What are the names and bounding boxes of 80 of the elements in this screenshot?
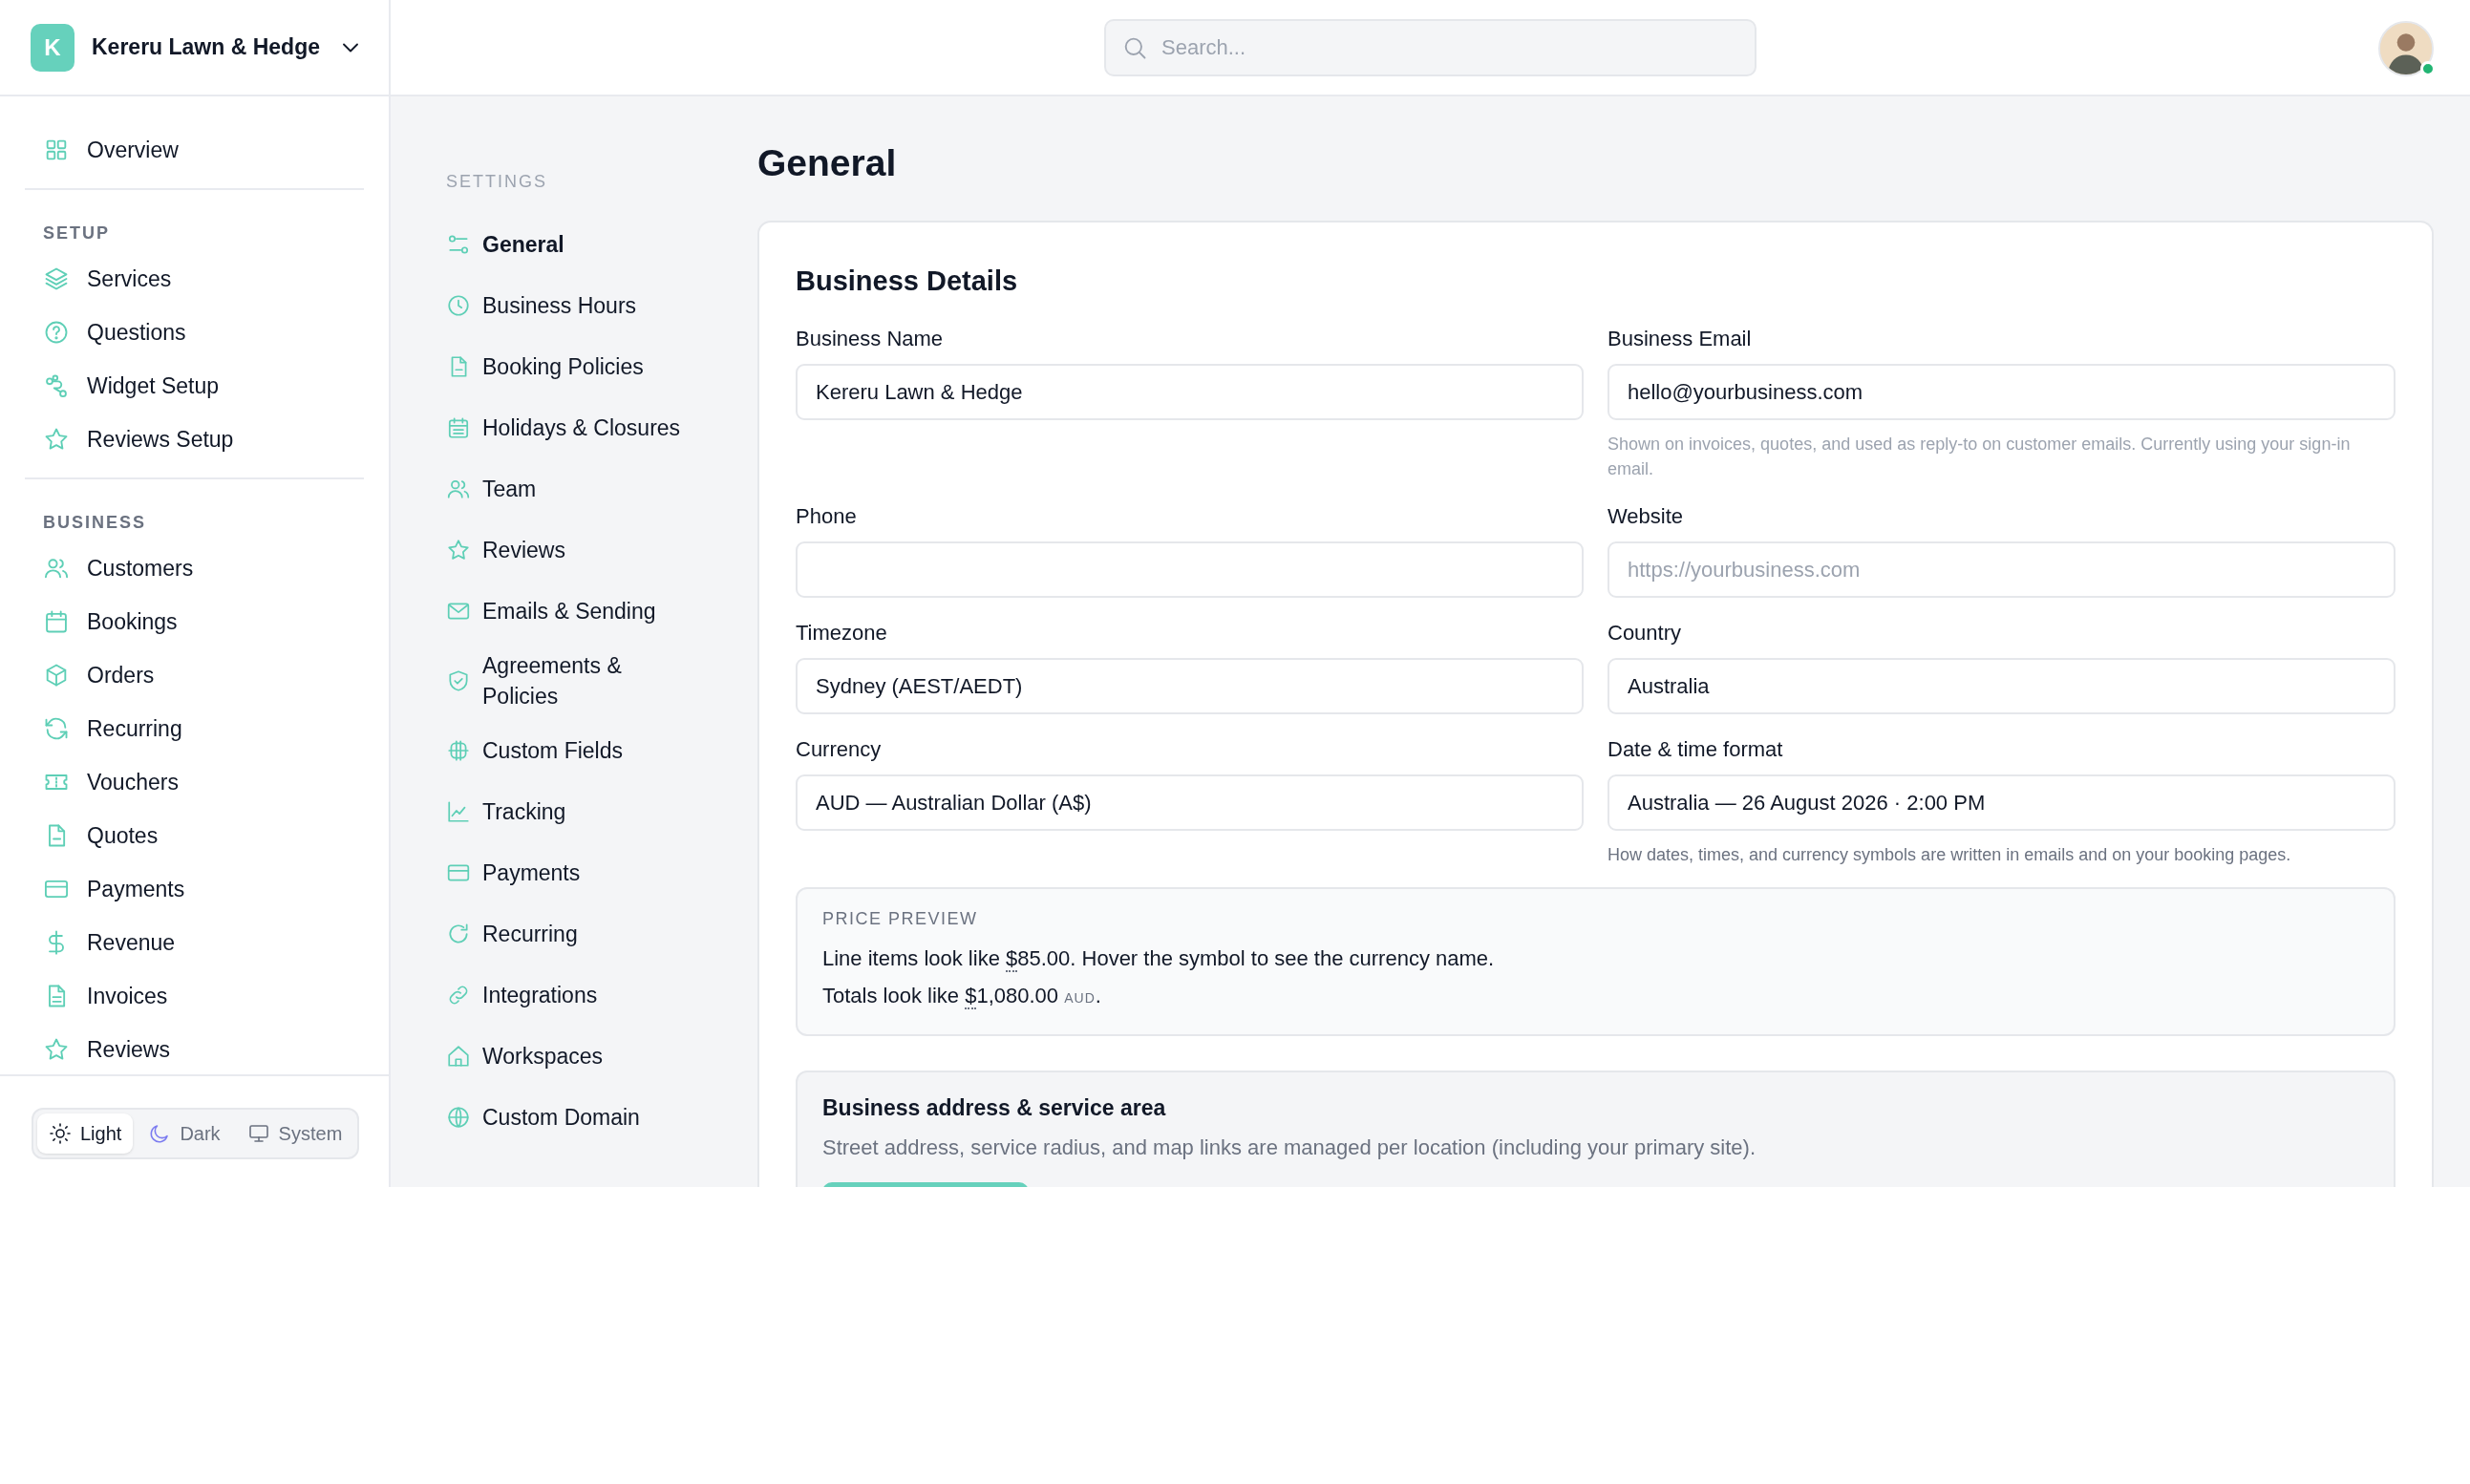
sidebar-item[interactable]: Vouchers — [25, 755, 364, 809]
sidebar-item[interactable]: Overview — [25, 123, 364, 177]
settings-nav-item[interactable]: Agreements & Policies — [446, 642, 757, 721]
sidebar-item[interactable]: Reviews Setup — [25, 413, 364, 466]
panel-description: Street address, service radius, and map links are managed per location (including your primary site). — [822, 1134, 1757, 1162]
input-field[interactable]: AUD — Australian Dollar (A$) — [796, 774, 1584, 832]
calendar-icon — [446, 415, 471, 440]
input-field[interactable] — [796, 541, 1584, 599]
help-text: Shown on invoices, quotes, and used as reply-to on customer emails. Currently using your sign-in email. — [1608, 434, 2352, 481]
sliders-icon — [446, 232, 471, 257]
clock-icon — [446, 293, 471, 318]
preview-text: Totals look like $1,080.00 AUD. — [822, 983, 1102, 1012]
nodes-icon — [43, 372, 70, 399]
field-label: Date & time format — [1608, 736, 1784, 764]
field-label: Country — [1608, 620, 1683, 647]
layers-icon — [43, 265, 70, 292]
field-label: Phone — [796, 503, 858, 531]
card-title: Business Details — [796, 264, 1019, 298]
star-icon — [43, 426, 70, 453]
search-field[interactable]: Search... — [1104, 18, 1757, 76]
settings-nav-item[interactable]: Reviews — [446, 519, 757, 581]
theme-option[interactable]: Light — [37, 1113, 134, 1154]
sidebar-item[interactable]: Quotes — [25, 809, 364, 862]
field-label: Timezone — [796, 620, 888, 647]
sidebar-item[interactable]: Revenue — [25, 916, 364, 969]
page-title: General — [757, 141, 898, 185]
theme-option[interactable]: Dark — [137, 1113, 232, 1154]
settings-nav-item[interactable]: Workspaces — [446, 1026, 757, 1088]
refresh-icon — [43, 715, 70, 742]
sidebar-item[interactable]: Widget Setup — [25, 359, 364, 413]
star-icon — [446, 538, 471, 562]
settings-nav-item[interactable]: Recurring — [446, 903, 757, 965]
sidebar-item[interactable]: Questions — [25, 306, 364, 359]
input-field[interactable]: https://yourbusiness.com — [1608, 541, 2395, 599]
star-icon — [43, 1036, 70, 1063]
settings-nav-item[interactable]: Tracking — [446, 781, 757, 843]
settings-nav-item[interactable]: Business Hours — [446, 275, 757, 336]
sidebar-item[interactable]: Recurring — [25, 702, 364, 755]
settings-nav-item[interactable]: Custom Fields — [446, 720, 757, 782]
section-heading: SETUP — [42, 223, 111, 244]
settings-nav-item[interactable]: Payments — [446, 842, 757, 904]
theme-option[interactable]: System — [235, 1113, 354, 1154]
section-heading: BUSINESS — [42, 512, 148, 534]
field-label: Business Email — [1608, 326, 1753, 353]
settings-nav-item[interactable]: Custom Domain — [446, 1087, 757, 1149]
sidebar-item[interactable]: Payments — [25, 862, 364, 916]
sidebar-item[interactable]: Services — [25, 252, 364, 306]
sidebar-item[interactable]: Invoices — [25, 969, 364, 1023]
input-field[interactable]: Australia — 26 August 2026 · 2:00 PM — [1608, 774, 2395, 832]
workspace-name[interactable]: Kereru Lawn & Hedge — [92, 31, 320, 64]
question-icon — [43, 319, 70, 346]
sidebar-item[interactable]: Reviews — [25, 1023, 364, 1074]
settings-nav-item[interactable]: Booking Policies — [446, 336, 757, 397]
sidebar-item[interactable]: Bookings — [25, 595, 364, 648]
preview-text: Line items look like $85.00. Hover the symbol to see the currency name. — [822, 944, 1496, 974]
input-field[interactable]: Australia — [1608, 658, 2395, 715]
field-label: Currency — [796, 736, 883, 764]
input-field[interactable]: Sydney (AEST/AEDT) — [796, 658, 1584, 715]
line-chart-icon — [446, 799, 471, 825]
sun-icon — [49, 1122, 72, 1145]
settings-nav-item[interactable]: Holidays & Closures — [446, 397, 757, 458]
panel-heading: PRICE PREVIEW — [822, 907, 979, 930]
sidebar-item[interactable]: Customers — [25, 541, 364, 595]
input-field[interactable]: Kereru Lawn & Hedge — [796, 364, 1584, 421]
settings-nav-item[interactable]: Emails & Sending — [446, 581, 757, 642]
settings-nav-item[interactable]: Integrations — [446, 965, 757, 1027]
field-label: Business Name — [796, 326, 945, 353]
help-text: How dates, times, and currency symbols are written in emails and on your booking pages. — [1608, 844, 2292, 867]
globe-icon — [446, 1105, 471, 1131]
house-icon — [446, 1044, 471, 1070]
calendar-icon — [43, 608, 70, 635]
section-heading: SETTINGS — [446, 171, 548, 193]
monitor-icon — [246, 1122, 270, 1145]
settings-nav-item[interactable]: Team — [446, 458, 757, 519]
sidebar-item[interactable]: Orders — [25, 648, 364, 702]
settings-nav-item[interactable]: General — [446, 214, 757, 275]
workspace-logo: K — [31, 23, 75, 72]
field-label: Website — [1608, 503, 1685, 531]
input-field[interactable]: hello@yourbusiness.com — [1608, 364, 2395, 421]
panel-title: Business address & service area — [822, 1093, 1167, 1122]
